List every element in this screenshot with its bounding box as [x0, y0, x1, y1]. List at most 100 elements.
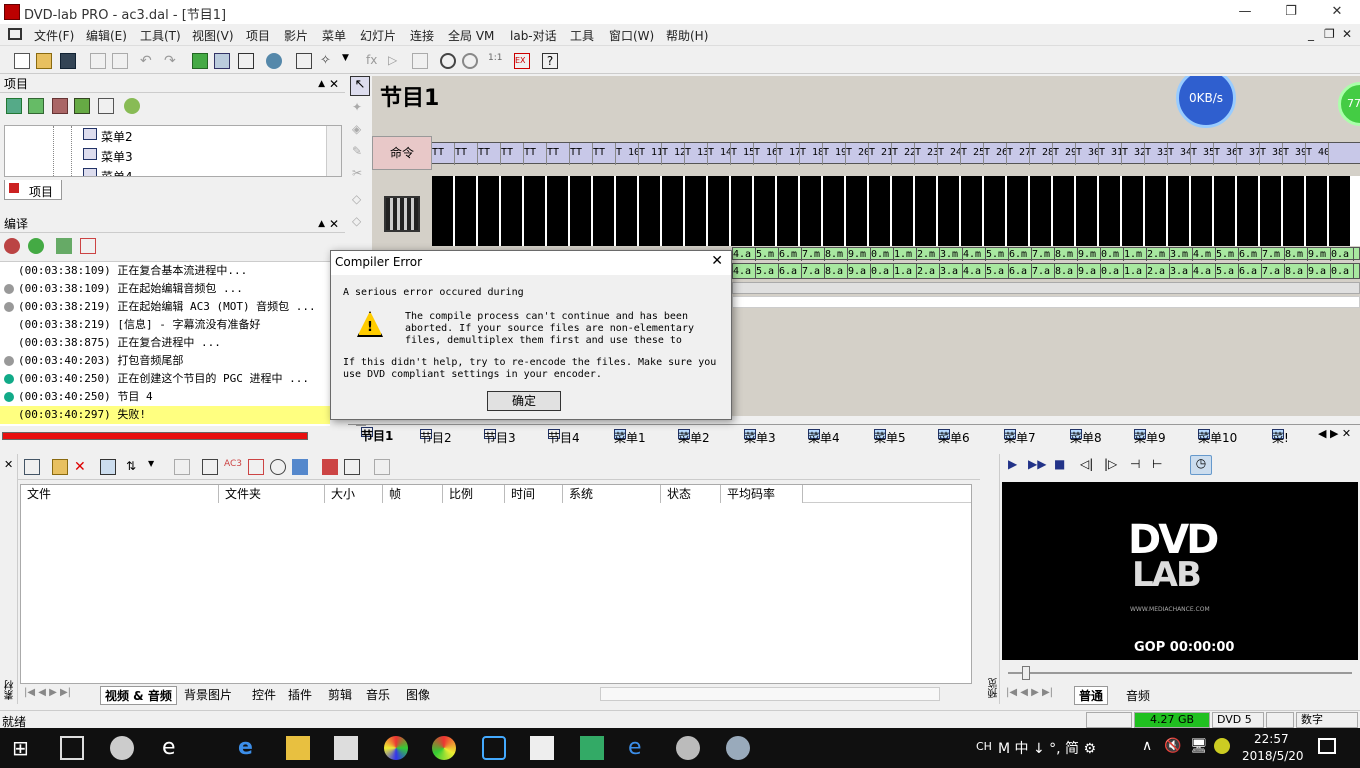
- tab-normal[interactable]: 普通: [1074, 686, 1109, 705]
- compile-settings-icon[interactable]: [56, 238, 72, 254]
- column-header[interactable]: 文件夹: [219, 485, 325, 503]
- menu-global-vm[interactable]: 全局 VM: [448, 27, 494, 44]
- video-frame[interactable]: [708, 176, 731, 246]
- convert-icon[interactable]: [270, 459, 286, 475]
- audio-clip[interactable]: 2.a: [1147, 264, 1170, 279]
- audio-clip[interactable]: 7.m: [802, 248, 825, 261]
- video-frame[interactable]: [662, 176, 685, 246]
- audio-clip[interactable]: 5.a: [986, 264, 1009, 279]
- command-cell[interactable]: T 31: [1099, 143, 1122, 165]
- mark-in-icon[interactable]: ⊣: [1130, 457, 1140, 471]
- marker2-icon[interactable]: ◇: [352, 214, 361, 228]
- audio-clip[interactable]: 9.a: [1308, 264, 1331, 279]
- ok-button[interactable]: 确定: [487, 391, 561, 411]
- audio-clip[interactable]: 4.m: [1193, 248, 1216, 261]
- command-cell[interactable]: T 26: [984, 143, 1007, 165]
- video-frame[interactable]: [938, 176, 961, 246]
- video-frame[interactable]: [754, 176, 777, 246]
- video-frame[interactable]: [1329, 176, 1352, 246]
- zoom-out-icon[interactable]: [462, 53, 478, 69]
- audio-clip[interactable]: 4.a: [1193, 264, 1216, 279]
- app-icon-2[interactable]: [580, 736, 604, 760]
- split-icon[interactable]: [248, 459, 264, 475]
- audio-clip[interactable]: 1.m: [894, 248, 917, 261]
- menu-view[interactable]: 视图(V): [192, 27, 234, 44]
- save-icon[interactable]: [60, 53, 76, 69]
- audio-clip[interactable]: 7.a: [802, 264, 825, 279]
- audio-clip[interactable]: 5.m: [986, 248, 1009, 261]
- menu-lab-dialog[interactable]: lab-对话: [510, 27, 557, 44]
- view-icon[interactable]: [100, 459, 116, 475]
- command-cell[interactable]: T 30: [1076, 143, 1099, 165]
- video-frame[interactable]: [1122, 176, 1145, 246]
- audio-clip[interactable]: 6.a: [1009, 264, 1032, 279]
- video-frame[interactable]: [1191, 176, 1214, 246]
- security-icon[interactable]: [1214, 738, 1230, 754]
- audio-clip[interactable]: 6.m: [1239, 248, 1262, 261]
- audio-clip[interactable]: 4.a: [733, 264, 756, 279]
- link-icon[interactable]: [192, 53, 208, 69]
- panel-close-icon[interactable]: ✕: [329, 76, 339, 92]
- copy-icon[interactable]: [90, 53, 106, 69]
- audio-clip[interactable]: 2.m: [917, 248, 940, 261]
- audio-clip[interactable]: 9.m: [1078, 248, 1101, 261]
- menu-menu[interactable]: 菜单: [322, 27, 346, 44]
- film-icon[interactable]: [412, 53, 428, 69]
- audio-clip[interactable]: 9.a: [848, 264, 871, 279]
- clock-icon[interactable]: ◷: [1190, 455, 1212, 475]
- tab-scroll-icon[interactable]: ◀ ▶ ✕: [1318, 427, 1351, 440]
- command-cell[interactable]: T 16: [754, 143, 777, 165]
- video-frame[interactable]: [547, 176, 570, 246]
- paste-icon[interactable]: [112, 53, 128, 69]
- command-cell[interactable]: T 15: [731, 143, 754, 165]
- audio-clip[interactable]: 0.m: [1101, 248, 1124, 261]
- asset-tab[interactable]: 控件: [252, 686, 276, 703]
- column-header[interactable]: 帧: [383, 485, 443, 503]
- edge-icon[interactable]: e: [238, 736, 262, 760]
- audio-clip[interactable]: 0.a: [871, 264, 894, 279]
- app-icon-1[interactable]: [110, 736, 134, 760]
- video-frame[interactable]: [731, 176, 754, 246]
- sort-icon[interactable]: ⇅: [126, 459, 142, 475]
- binoculars-icon[interactable]: [238, 53, 254, 69]
- video-frame[interactable]: [639, 176, 662, 246]
- redo-icon[interactable]: ↷: [164, 53, 180, 69]
- command-cell[interactable]: T 37: [1237, 143, 1260, 165]
- command-cell[interactable]: T 13: [685, 143, 708, 165]
- video-frame[interactable]: [1030, 176, 1053, 246]
- asset-tab[interactable]: 视频 & 音频: [100, 686, 177, 705]
- video-frame[interactable]: [1145, 176, 1168, 246]
- video-frame[interactable]: [616, 176, 639, 246]
- doc-tab[interactable]: 节目1: [356, 425, 393, 443]
- command-cell[interactable]: TT: [547, 143, 570, 165]
- audio-clip[interactable]: 5.a: [1216, 264, 1239, 279]
- column-header[interactable]: 文件: [21, 485, 219, 503]
- audio-clip[interactable]: 1.a: [894, 264, 917, 279]
- browse-icon[interactable]: [24, 459, 40, 475]
- column-header[interactable]: 状态: [661, 485, 721, 503]
- video-frame[interactable]: [1053, 176, 1076, 246]
- video-frame[interactable]: [1007, 176, 1030, 246]
- audio-clip[interactable]: 3.a: [940, 264, 963, 279]
- tab-audio[interactable]: 音频: [1126, 687, 1150, 704]
- compile-run-icon[interactable]: [4, 238, 20, 254]
- zoom-in-icon[interactable]: [440, 53, 456, 69]
- collapse-icon[interactable]: ▲: [318, 76, 325, 92]
- command-cell[interactable]: T 28: [1030, 143, 1053, 165]
- arrow-tool-icon[interactable]: ↖: [350, 76, 370, 96]
- pro-ex-icon[interactable]: EX: [514, 53, 530, 69]
- asset-tab[interactable]: 插件: [288, 686, 312, 703]
- slider-thumb[interactable]: [1022, 666, 1030, 680]
- move-icon[interactable]: ◈: [352, 122, 361, 136]
- preview-nav-icon[interactable]: |◀ ◀ ▶ ▶|: [1006, 687, 1053, 698]
- command-cell[interactable]: T 36: [1214, 143, 1237, 165]
- audio-clip[interactable]: 3.m: [940, 248, 963, 261]
- add-slideshow-icon[interactable]: [52, 98, 68, 114]
- video-frame[interactable]: [984, 176, 1007, 246]
- menu-help[interactable]: 帮助(H): [666, 27, 708, 44]
- add-point-icon[interactable]: ✦: [352, 100, 362, 114]
- audio-clip[interactable]: 7.a: [1262, 264, 1285, 279]
- play-icon[interactable]: ▶: [1008, 457, 1017, 471]
- mdi-minimize[interactable]: _: [1308, 27, 1314, 41]
- asset-close-icon[interactable]: ✕: [4, 458, 13, 471]
